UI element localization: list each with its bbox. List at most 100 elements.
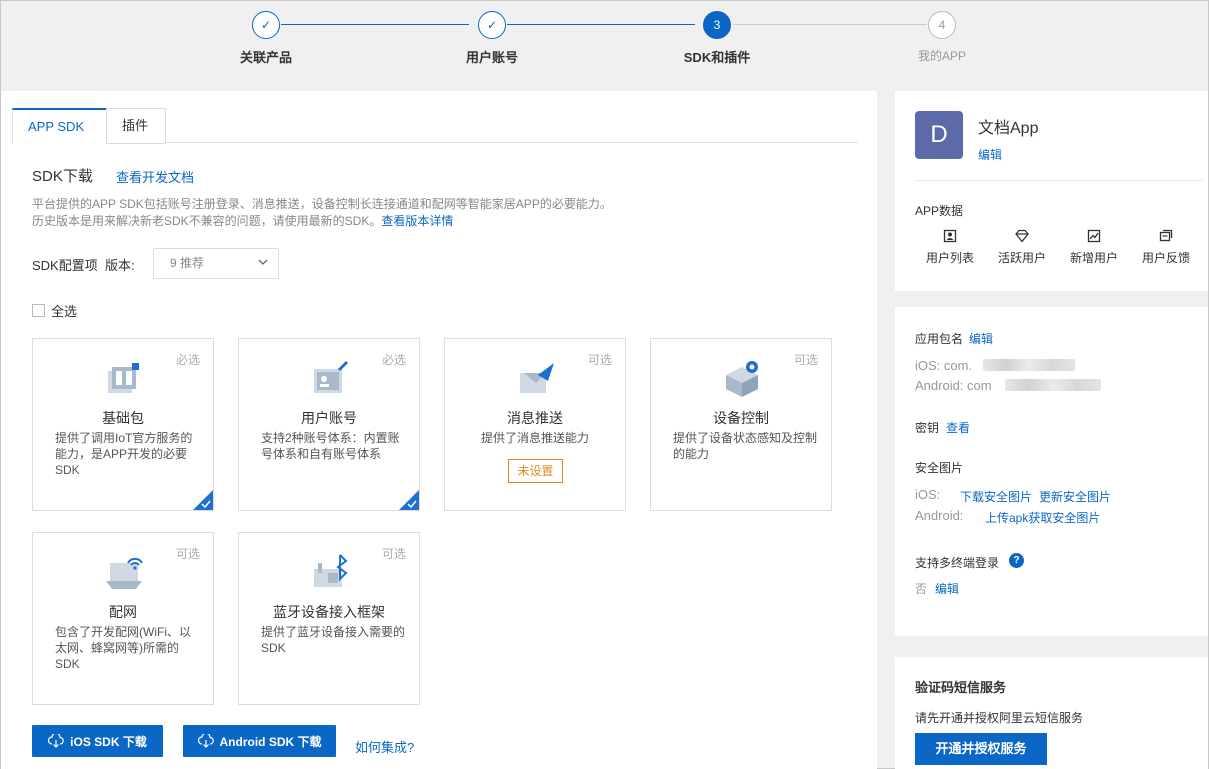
sms-description: 请先开通并授权阿里云短信服务 bbox=[915, 711, 1084, 725]
upload-apk-link[interactable]: 上传apk获取安全图片 bbox=[985, 509, 1100, 526]
view-docs-link[interactable]: 查看开发文档 bbox=[116, 167, 194, 186]
multi-login-label: 支持多终端登录 bbox=[915, 556, 1000, 570]
redacted-package-id bbox=[1005, 379, 1101, 391]
section-title: SDK下载 bbox=[32, 168, 93, 185]
android-package-name: Android: com bbox=[915, 378, 992, 393]
step-my-app: 4 我的APP bbox=[882, 11, 1002, 64]
step-label: 用户账号 bbox=[465, 50, 518, 65]
config-label-text: SDK配置项 bbox=[32, 258, 98, 273]
card-title: 配网 bbox=[109, 604, 137, 620]
sdk-version-note: 历史版本是用来解决新老SDK不兼容的问题，请使用最新的SDK。查看版本详情 bbox=[32, 212, 453, 229]
stat-label: 活跃用户 bbox=[997, 251, 1046, 265]
cloud-download-icon bbox=[48, 734, 64, 748]
card-title: 消息推送 bbox=[507, 410, 563, 426]
button-label: Android SDK 下载 bbox=[219, 734, 322, 749]
optional-tag: 可选 bbox=[175, 547, 200, 561]
trend-chart-icon bbox=[1087, 229, 1101, 243]
app-name: 文档App bbox=[978, 120, 1039, 137]
diamond-icon bbox=[1015, 229, 1029, 243]
how-to-integrate-link[interactable]: 如何集成? bbox=[355, 737, 414, 756]
multi-login-value: 否 bbox=[915, 582, 928, 596]
stat-label: 用户列表 bbox=[925, 251, 974, 265]
sdk-description: 平台提供的APP SDK包括账号注册登录、消息推送，设备控制长连接通道和配网等智… bbox=[32, 197, 612, 211]
stat-label: 新增用户 bbox=[1069, 251, 1118, 265]
step-done-check-icon: ✓ bbox=[252, 11, 280, 39]
stat-user-list[interactable]: 用户列表 bbox=[915, 229, 985, 266]
ios-label: iOS: bbox=[915, 487, 941, 502]
sdk-card-device-control[interactable]: 可选 设备控制 提供了设备状态感知及控制的能力 bbox=[650, 338, 832, 511]
tab-bar: APP SDK 插件 bbox=[12, 108, 858, 144]
required-tag: 必选 bbox=[381, 353, 406, 367]
card-title: 基础包 bbox=[102, 410, 144, 426]
stat-new-users[interactable]: 新增用户 bbox=[1059, 229, 1129, 266]
card-title: 蓝牙设备接入框架 bbox=[273, 604, 385, 620]
check-icon bbox=[201, 500, 211, 509]
sdk-card-base[interactable]: 必选 基础包 提供了调用IoT官方服务的能力，是APP开发的必要SDK bbox=[32, 338, 214, 511]
card-description: 支持2种账号体系：内置账号体系和自有账号体系 bbox=[261, 431, 400, 461]
package-name-label: 应用包名 bbox=[915, 332, 964, 346]
tab-app-sdk[interactable]: APP SDK bbox=[12, 108, 107, 144]
card-title: 用户账号 bbox=[301, 410, 357, 426]
stat-active-users[interactable]: 活跃用户 bbox=[987, 229, 1057, 266]
checkbox[interactable] bbox=[32, 304, 45, 317]
card-description: 提供了设备状态感知及控制的能力 bbox=[673, 431, 818, 461]
button-label: iOS SDK 下载 bbox=[70, 734, 147, 749]
card-description: 提供了蓝牙设备接入需要的SDK bbox=[261, 625, 406, 655]
step-label: 关联产品 bbox=[239, 50, 292, 65]
push-message-icon bbox=[520, 363, 554, 393]
app-info-panel: D 文档App 编辑 APP数据 用户列表 活跃用户 新增用户 用户反馈 bbox=[895, 91, 1208, 291]
sdk-card-push[interactable]: 可选 消息推送 提供了消息推送能力 未设置 bbox=[444, 338, 626, 511]
card-title: 设备控制 bbox=[713, 410, 769, 426]
security-image-label: 安全图片 bbox=[915, 461, 964, 475]
sdk-card-bluetooth[interactable]: 可选 蓝牙设备接入框架 提供了蓝牙设备接入需要的SDK bbox=[238, 532, 420, 705]
card-description: 包含了开发配网(WiFi、以太网、蜂窝网等)所需的SDK bbox=[55, 625, 191, 671]
edit-package-link[interactable]: 编辑 bbox=[969, 330, 993, 347]
select-all-label: 全选 bbox=[51, 304, 78, 319]
stat-label: 用户反馈 bbox=[1141, 251, 1190, 265]
version-select[interactable]: 9 推荐 bbox=[153, 248, 279, 279]
step-user-account: ✓ 用户账号 bbox=[432, 11, 552, 66]
app-data-title: APP数据 bbox=[915, 204, 964, 218]
not-configured-badge[interactable]: 未设置 bbox=[508, 459, 563, 483]
sdk-card-network-config[interactable]: 可选 配网 包含了开发配网(WiFi、以太网、蜂窝网等)所需的SDK bbox=[32, 532, 214, 705]
step-number: 4 bbox=[928, 11, 956, 39]
view-key-link[interactable]: 查看 bbox=[946, 419, 970, 436]
optional-tag: 可选 bbox=[793, 353, 818, 367]
ios-sdk-download-button[interactable]: iOS SDK 下载 bbox=[32, 725, 163, 757]
tab-plugins[interactable]: 插件 bbox=[106, 108, 166, 144]
secret-key-label: 密钥 bbox=[915, 421, 940, 435]
stat-user-feedback[interactable]: 用户反馈 bbox=[1131, 229, 1201, 266]
redacted-bundle-id bbox=[983, 359, 1075, 371]
network-config-icon bbox=[106, 557, 143, 589]
user-account-icon bbox=[314, 361, 348, 393]
steps-bar: ✓ 关联产品 ✓ 用户账号 3 SDK和插件 4 我的APP bbox=[1, 1, 1208, 91]
bluetooth-icon bbox=[314, 554, 348, 587]
android-sdk-download-button[interactable]: Android SDK 下载 bbox=[183, 725, 336, 757]
feedback-icon bbox=[1159, 229, 1173, 242]
cloud-download-icon bbox=[197, 734, 214, 748]
sdk-main-panel: APP SDK 插件 SDK下载 查看开发文档 平台提供的APP SDK包括账号… bbox=[1, 91, 877, 769]
step-done-check-icon: ✓ bbox=[478, 11, 506, 39]
base-package-icon bbox=[108, 363, 139, 393]
sdk-card-user-account[interactable]: 必选 用户账号 支持2种账号体系：内置账号体系和自有账号体系 bbox=[238, 338, 420, 511]
version-select-value: 9 推荐 bbox=[170, 256, 205, 270]
step-number: 3 bbox=[703, 11, 731, 39]
step-link-product: ✓ 关联产品 bbox=[206, 11, 326, 66]
help-icon[interactable]: ? bbox=[1009, 553, 1024, 568]
sms-service-panel: 验证码短信服务 请先开通并授权阿里云短信服务 开通并授权服务 bbox=[895, 657, 1208, 769]
update-security-image-link[interactable]: 更新安全图片 bbox=[1039, 488, 1111, 505]
device-control-icon bbox=[726, 361, 758, 397]
select-all-checkbox[interactable]: 全选 bbox=[32, 301, 77, 320]
android-label: Android: bbox=[915, 508, 964, 523]
card-description: 提供了调用IoT官方服务的能力，是APP开发的必要SDK bbox=[55, 431, 193, 477]
edit-multi-login-link[interactable]: 编辑 bbox=[935, 580, 959, 597]
divider bbox=[915, 180, 1203, 181]
sms-title: 验证码短信服务 bbox=[915, 680, 1007, 695]
chevron-down-icon bbox=[258, 259, 268, 265]
enable-sms-service-button[interactable]: 开通并授权服务 bbox=[915, 733, 1047, 765]
download-security-image-link[interactable]: 下载安全图片 bbox=[960, 488, 1032, 505]
sdk-config-label: SDK配置项 版本: bbox=[32, 255, 135, 274]
edit-app-link[interactable]: 编辑 bbox=[978, 146, 1002, 163]
ios-package-name: iOS: com. bbox=[915, 358, 973, 373]
version-details-link[interactable]: 查看版本详情 bbox=[381, 214, 453, 228]
